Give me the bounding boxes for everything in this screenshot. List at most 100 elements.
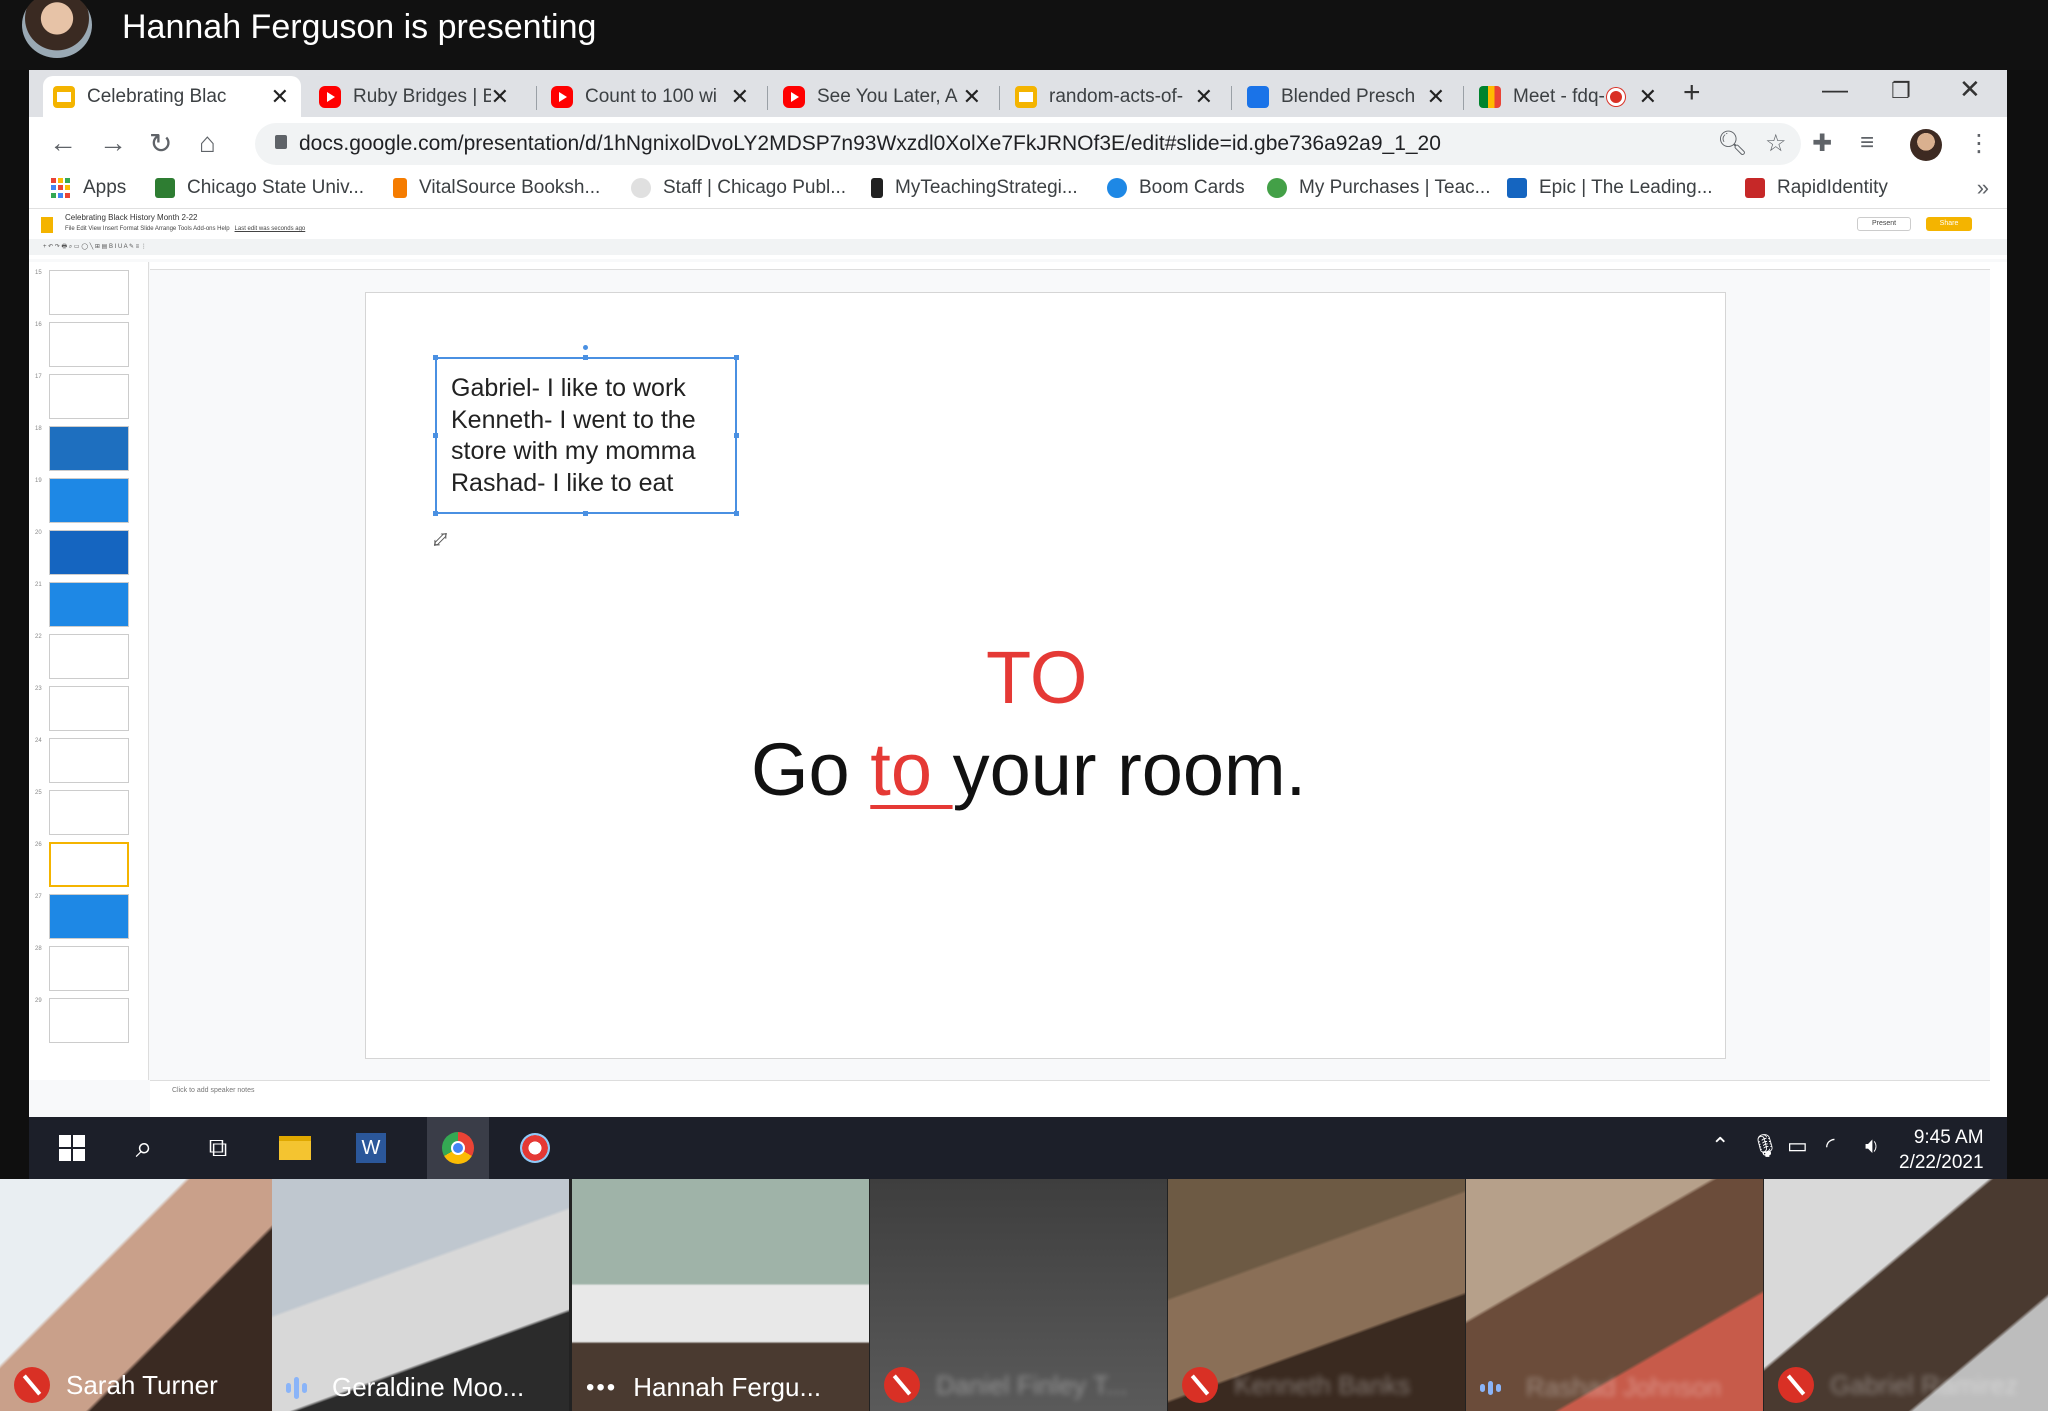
share-button[interactable]: Share bbox=[1926, 217, 1972, 231]
slide-thumbnail-selected[interactable] bbox=[49, 842, 129, 887]
close-icon[interactable]: ✕ bbox=[271, 84, 289, 110]
chrome-icon[interactable] bbox=[439, 1129, 477, 1167]
bookmark-vitalsource[interactable]: VitalSource Booksh... bbox=[393, 177, 600, 199]
search-icon[interactable]: ⌕ bbox=[125, 1129, 163, 1167]
close-icon[interactable]: ✕ bbox=[1639, 84, 1657, 110]
bookmark-boom-cards[interactable]: Boom Cards bbox=[1107, 177, 1245, 199]
bookmark-rapididentity[interactable]: RapidIdentity bbox=[1745, 177, 1888, 199]
tab-random-acts[interactable]: random-acts-of- ✕ bbox=[1005, 76, 1225, 117]
bookmark-epic[interactable]: Epic | The Leading... bbox=[1507, 177, 1713, 199]
chevron-up-icon[interactable]: ⌃ bbox=[1711, 1133, 1729, 1159]
slide-thumbnail[interactable] bbox=[49, 998, 129, 1043]
close-icon[interactable]: ✕ bbox=[731, 84, 749, 110]
windows-start-icon[interactable] bbox=[53, 1129, 91, 1167]
participant-tile[interactable]: Gabriel Ramirez bbox=[1764, 1179, 2048, 1411]
close-icon[interactable]: ✕ bbox=[1427, 84, 1445, 110]
bookmark-myteachingstrategies[interactable]: MyTeachingStrategi... bbox=[871, 177, 1078, 199]
slide-thumbnail[interactable] bbox=[49, 426, 129, 471]
bookmark-apps[interactable]: Apps bbox=[51, 177, 126, 199]
close-icon[interactable]: ✕ bbox=[1195, 84, 1213, 110]
resize-handle[interactable] bbox=[583, 355, 588, 360]
bookmark-staff-cps[interactable]: Staff | Chicago Publ... bbox=[631, 177, 846, 199]
slides-logo-icon bbox=[41, 217, 53, 233]
tab-celebrating-black-history[interactable]: Celebrating Blac ✕ bbox=[43, 76, 301, 117]
profile-avatar[interactable] bbox=[1910, 129, 1942, 161]
participant-tile[interactable]: ••• Hannah Fergu... bbox=[572, 1179, 869, 1411]
tab-see-you-later[interactable]: See You Later, A ✕ bbox=[773, 76, 993, 117]
address-bar[interactable]: docs.google.com/presentation/d/1hNgnixol… bbox=[255, 123, 1801, 165]
window-close-button[interactable]: ✕ bbox=[1959, 74, 1981, 105]
rotate-handle[interactable] bbox=[583, 345, 588, 350]
tab-label: random-acts-of- bbox=[1049, 85, 1184, 107]
task-view-icon[interactable]: ⧉ bbox=[199, 1129, 237, 1167]
participant-tile[interactable]: Daniel Finley T... bbox=[870, 1179, 1167, 1411]
meet-icon bbox=[1479, 85, 1501, 108]
resize-handle[interactable] bbox=[433, 433, 438, 438]
resize-cursor-icon: ⇔ bbox=[416, 515, 461, 560]
bookmark-chicago-state[interactable]: Chicago State Univ... bbox=[155, 177, 364, 199]
bookmark-my-purchases[interactable]: My Purchases | Teac... bbox=[1267, 177, 1491, 199]
slide-thumbnail[interactable] bbox=[49, 270, 129, 315]
resize-handle[interactable] bbox=[734, 433, 739, 438]
slide-thumbnail[interactable] bbox=[49, 478, 129, 523]
slide-thumbnail[interactable] bbox=[49, 634, 129, 679]
speaker-notes[interactable]: Click to add speaker notes bbox=[150, 1080, 1990, 1117]
resize-handle[interactable] bbox=[734, 355, 739, 360]
bookmark-star-icon[interactable]: ☆ bbox=[1765, 129, 1787, 158]
word-icon[interactable]: W bbox=[352, 1129, 390, 1167]
tab-meet[interactable]: Meet - fdq- ✕ bbox=[1469, 76, 1669, 117]
menu-items[interactable]: File Edit View Insert Format Slide Arran… bbox=[65, 226, 230, 232]
wifi-icon[interactable]: ◜ bbox=[1826, 1133, 1835, 1159]
microphone-icon[interactable]: 🎙︎ bbox=[1751, 1133, 1779, 1159]
document-title[interactable]: Celebrating Black History Month 2-22 bbox=[65, 213, 198, 222]
bookmark-label: MyTeachingStrategi... bbox=[895, 177, 1078, 198]
slide-thumbnail[interactable] bbox=[49, 946, 129, 991]
close-icon[interactable]: ✕ bbox=[963, 84, 981, 110]
snipping-tool-icon[interactable] bbox=[516, 1129, 554, 1167]
extensions-icon[interactable]: ✚ bbox=[1812, 129, 1832, 158]
participant-name-tag: Kenneth Banks bbox=[1182, 1367, 1410, 1403]
zoom-icon[interactable]: 🔍︎ bbox=[1717, 129, 1747, 158]
media-control-icon[interactable]: ≡ bbox=[1860, 129, 1874, 157]
close-icon[interactable]: ✕ bbox=[491, 84, 509, 110]
menu-bar[interactable]: File Edit View Insert Format Slide Arran… bbox=[65, 226, 305, 232]
battery-icon[interactable]: ▭ bbox=[1787, 1133, 1808, 1159]
slide-thumbnail[interactable] bbox=[49, 374, 129, 419]
participant-tile[interactable]: Geraldine Moo... bbox=[272, 1179, 569, 1411]
present-button[interactable]: Present bbox=[1857, 217, 1911, 231]
forward-icon[interactable]: → bbox=[99, 127, 127, 159]
slide-thumbnail[interactable] bbox=[49, 582, 129, 627]
slide-thumbnail[interactable] bbox=[49, 738, 129, 783]
participant-tile[interactable]: Kenneth Banks bbox=[1168, 1179, 1465, 1411]
menu-icon[interactable]: ⋮ bbox=[1967, 129, 1991, 158]
slide-thumbnail[interactable] bbox=[49, 790, 129, 835]
slide-thumbnail[interactable] bbox=[49, 322, 129, 367]
system-clock[interactable]: 9:45 AM 2/22/2021 bbox=[1899, 1125, 1984, 1175]
participant-name: Rashad Johnson bbox=[1526, 1372, 1722, 1402]
slide-canvas[interactable]: Gabriel- I like to work Kenneth- I went … bbox=[365, 292, 1726, 1059]
home-icon[interactable]: ⌂ bbox=[199, 127, 216, 159]
tab-count-to-100[interactable]: Count to 100 wi ✕ bbox=[541, 76, 761, 117]
slide-thumbnail[interactable] bbox=[49, 894, 129, 939]
participant-tile[interactable]: Sarah Turner bbox=[0, 1179, 297, 1411]
more-bookmarks-icon[interactable]: » bbox=[1977, 175, 1989, 201]
format-toolbar[interactable]: + ↶ ↷ 🖶 ⌕ ▭ ◯ ╲ ⊞ ▤ B I U A ✎ ≡ ⋮ bbox=[29, 239, 2007, 255]
selected-text-box[interactable]: Gabriel- I like to work Kenneth- I went … bbox=[433, 345, 739, 516]
resize-handle[interactable] bbox=[583, 511, 588, 516]
slide-thumbnail[interactable] bbox=[49, 530, 129, 575]
restore-button[interactable]: ❐ bbox=[1891, 78, 1911, 104]
back-icon[interactable]: ← bbox=[49, 127, 77, 159]
tab-ruby-bridges[interactable]: Ruby Bridges | B ✕ bbox=[309, 76, 521, 117]
participant-tile[interactable]: Rashad Johnson bbox=[1466, 1179, 1763, 1411]
file-explorer-icon[interactable] bbox=[276, 1129, 314, 1167]
last-edit-link[interactable]: Last edit was seconds ago bbox=[235, 226, 306, 232]
slide-thumbnail[interactable] bbox=[49, 686, 129, 731]
new-tab-button[interactable]: + bbox=[1683, 76, 1701, 110]
resize-handle[interactable] bbox=[734, 511, 739, 516]
more-options-icon[interactable]: ••• bbox=[586, 1374, 617, 1402]
reload-icon[interactable]: ↻ bbox=[149, 127, 172, 160]
minimize-button[interactable]: — bbox=[1822, 74, 1848, 105]
volume-icon[interactable]: 🔉︎ bbox=[1865, 1133, 1879, 1159]
tab-blended-preschool[interactable]: Blended Presch ✕ bbox=[1237, 76, 1457, 117]
resize-handle[interactable] bbox=[433, 355, 438, 360]
